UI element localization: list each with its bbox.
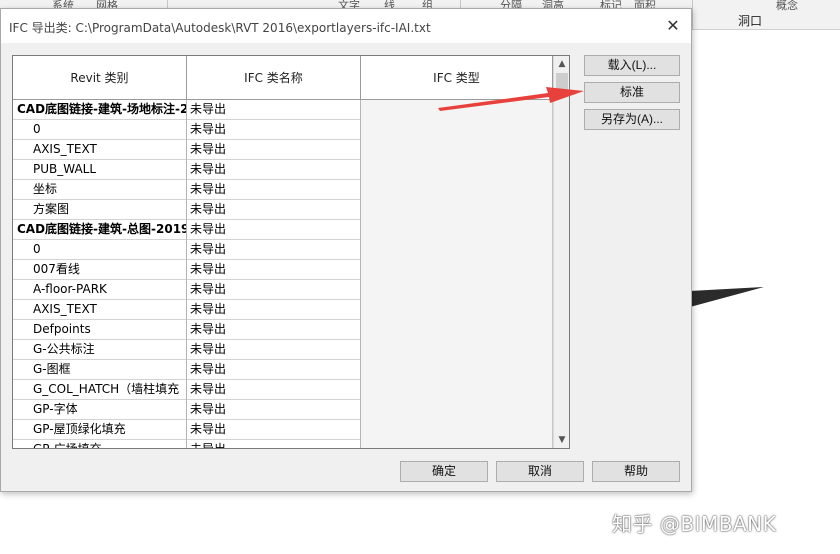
watermark: 知乎 @BIMBANK xyxy=(612,512,777,536)
ifc-type-cell[interactable] xyxy=(361,360,553,380)
save-as-button[interactable]: 另存为(A)... xyxy=(584,109,680,130)
vertical-scrollbar[interactable]: ▲ ▼ xyxy=(553,56,569,448)
ribbon-separator xyxy=(692,0,693,30)
table-row[interactable]: GP-广场填充 未导出 xyxy=(13,440,553,448)
ifc-class-name-cell[interactable]: 未导出 xyxy=(187,180,361,200)
table-row[interactable]: AXIS_TEXT 未导出 xyxy=(13,140,553,160)
category-cell: AXIS_TEXT xyxy=(13,140,187,160)
table-row[interactable]: AXIS_TEXT 未导出 xyxy=(13,300,553,320)
ifc-class-name-cell[interactable]: 未导出 xyxy=(187,160,361,180)
table-row[interactable]: 0 未导出 xyxy=(13,120,553,140)
ifc-type-cell[interactable] xyxy=(361,160,553,180)
ifc-class-name-cell[interactable]: 未导出 xyxy=(187,440,361,448)
category-group-cell: CAD底图链接-建筑-总图-2019 xyxy=(13,220,187,240)
ifc-type-cell[interactable] xyxy=(361,400,553,420)
help-button[interactable]: 帮助 xyxy=(592,461,680,482)
category-cell: AXIS_TEXT xyxy=(13,300,187,320)
category-cell: 0 xyxy=(13,240,187,260)
table-row[interactable]: G_COL_HATCH（墙柱填充 未导出 xyxy=(13,380,553,400)
category-cell: 007看线 xyxy=(13,260,187,280)
ifc-class-name-cell[interactable]: 未导出 xyxy=(187,420,361,440)
scroll-down-icon[interactable]: ▼ xyxy=(554,432,569,448)
category-cell: G-图框 xyxy=(13,360,187,380)
ifc-type-cell[interactable] xyxy=(361,120,553,140)
category-cell: GP-广场填充 xyxy=(13,440,187,448)
category-cell: GP-字体 xyxy=(13,400,187,420)
ifc-class-name-cell[interactable]: 未导出 xyxy=(187,200,361,220)
table-row[interactable]: A-floor-PARK 未导出 xyxy=(13,280,553,300)
annotation-arrow-icon xyxy=(438,87,584,111)
ifc-class-name-cell[interactable]: 未导出 xyxy=(187,260,361,280)
table-row[interactable]: GP-屋顶绿化填充 未导出 xyxy=(13,420,553,440)
ifc-class-name-cell[interactable]: 未导出 xyxy=(187,380,361,400)
ifc-type-cell[interactable] xyxy=(361,300,553,320)
table-row[interactable]: Defpoints 未导出 xyxy=(13,320,553,340)
ifc-class-name-cell[interactable]: 未导出 xyxy=(187,360,361,380)
table-row[interactable]: PUB_WALL 未导出 xyxy=(13,160,553,180)
ifc-type-cell[interactable] xyxy=(361,260,553,280)
ifc-class-name-cell[interactable]: 未导出 xyxy=(187,240,361,260)
ifc-class-name-cell[interactable]: 未导出 xyxy=(187,220,361,240)
table-row[interactable]: G-公共标注 未导出 xyxy=(13,340,553,360)
ifc-type-cell[interactable] xyxy=(361,140,553,160)
load-button[interactable]: 载入(L)... xyxy=(584,55,680,76)
ribbon-group-hole: 洞口 xyxy=(738,14,763,28)
ifc-type-cell[interactable] xyxy=(361,420,553,440)
column-header-revit-category[interactable]: Revit 类别 xyxy=(13,56,187,100)
ifc-export-classes-dialog: IFC 导出类: C:\ProgramData\Autodesk\RVT 201… xyxy=(0,8,692,492)
ifc-mapping-table[interactable]: Revit 类别 IFC 类名称 IFC 类型 CAD底图链接-建筑-场地标注-… xyxy=(12,55,570,449)
ifc-class-name-cell[interactable]: 未导出 xyxy=(187,300,361,320)
ifc-class-name-cell[interactable]: 未导出 xyxy=(187,100,361,120)
category-cell: A-floor-PARK xyxy=(13,280,187,300)
category-cell: 0 xyxy=(13,120,187,140)
ifc-class-name-cell[interactable]: 未导出 xyxy=(187,120,361,140)
ifc-type-cell[interactable] xyxy=(361,380,553,400)
ifc-type-cell[interactable] xyxy=(361,340,553,360)
table-row[interactable]: G-图框 未导出 xyxy=(13,360,553,380)
ifc-type-cell[interactable] xyxy=(361,320,553,340)
table-row[interactable]: 方案图 未导出 xyxy=(13,200,553,220)
ifc-type-cell[interactable] xyxy=(361,440,553,448)
category-cell: PUB_WALL xyxy=(13,160,187,180)
drawing-shape xyxy=(690,287,764,307)
scroll-up-icon[interactable]: ▲ xyxy=(554,56,569,72)
category-cell: G-公共标注 xyxy=(13,340,187,360)
standard-button[interactable]: 标准 xyxy=(584,82,680,103)
table-row[interactable]: 0 未导出 xyxy=(13,240,553,260)
ifc-class-name-cell[interactable]: 未导出 xyxy=(187,280,361,300)
table-row[interactable]: 坐标 未导出 xyxy=(13,180,553,200)
ifc-type-cell[interactable] xyxy=(361,280,553,300)
dialog-title: IFC 导出类: C:\ProgramData\Autodesk\RVT 201… xyxy=(9,21,431,35)
category-cell: 坐标 xyxy=(13,180,187,200)
category-cell: Defpoints xyxy=(13,320,187,340)
category-cell: GP-屋顶绿化填充 xyxy=(13,420,187,440)
ok-button[interactable]: 确定 xyxy=(400,461,488,482)
column-header-ifc-class-name[interactable]: IFC 类名称 xyxy=(187,56,361,100)
category-group-cell: CAD底图链接-建筑-场地标注-2 xyxy=(13,100,187,120)
ifc-class-name-cell[interactable]: 未导出 xyxy=(187,340,361,360)
ifc-type-cell[interactable] xyxy=(361,240,553,260)
ifc-type-cell[interactable] xyxy=(361,220,553,240)
category-cell: G_COL_HATCH（墙柱填充 xyxy=(13,380,187,400)
ifc-class-name-cell[interactable]: 未导出 xyxy=(187,400,361,420)
dialog-titlebar[interactable]: IFC 导出类: C:\ProgramData\Autodesk\RVT 201… xyxy=(1,9,691,43)
ifc-class-name-cell[interactable]: 未导出 xyxy=(187,140,361,160)
category-cell: 方案图 xyxy=(13,200,187,220)
table-body: CAD底图链接-建筑-场地标注-2 未导出 0 未导出 AXIS_TEXT 未导出 PUB_… xyxy=(13,100,553,448)
ribbon-label[interactable]: 概念 xyxy=(776,0,798,13)
table-row[interactable]: CAD底图链接-建筑-总图-2019 未导出 xyxy=(13,220,553,240)
cancel-button[interactable]: 取消 xyxy=(496,461,584,482)
table-row[interactable]: 007看线 未导出 xyxy=(13,260,553,280)
ifc-type-cell[interactable] xyxy=(361,180,553,200)
ifc-type-cell[interactable] xyxy=(361,200,553,220)
table-row[interactable]: GP-字体 未导出 xyxy=(13,400,553,420)
ifc-class-name-cell[interactable]: 未导出 xyxy=(187,320,361,340)
close-icon[interactable]: ✕ xyxy=(661,15,685,37)
